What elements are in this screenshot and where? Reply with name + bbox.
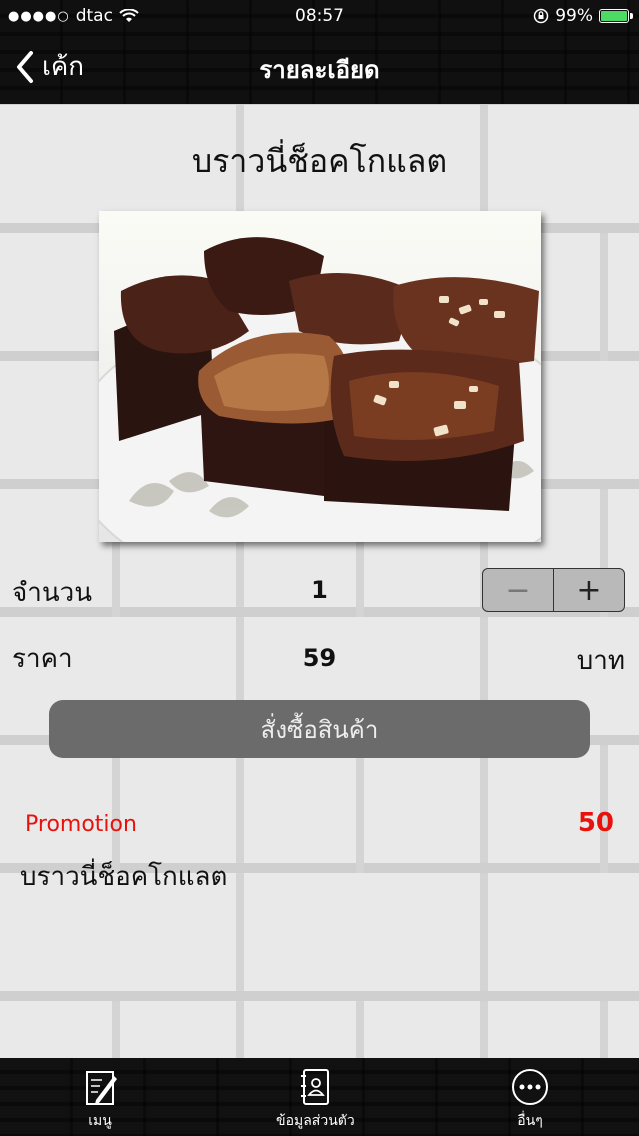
- tab-bar: เมนู ข้อมูลส่วนตัว อื่นๆ: [0, 1058, 639, 1136]
- promotion-name: บราวนี่ช็อคโกแลต: [20, 862, 228, 892]
- promotion-label: Promotion: [25, 812, 137, 837]
- quantity-stepper[interactable]: − +: [482, 568, 625, 612]
- top-bar: ●●●●○ dtac 08:57 99% เค้ก รายละเอียด: [0, 0, 639, 104]
- status-right: 99%: [533, 6, 633, 26]
- tab-menu-label: เมนู: [88, 1113, 112, 1129]
- battery-percent: 99%: [555, 6, 593, 26]
- menu-edit-icon: [86, 1071, 117, 1105]
- tab-profile[interactable]: ข้อมูลส่วนตัว: [276, 1066, 355, 1132]
- promotion-value: 50: [577, 808, 614, 838]
- increment-button[interactable]: +: [554, 569, 624, 611]
- product-image: [99, 211, 541, 542]
- navigation-bar: เค้ก รายละเอียด: [0, 34, 639, 100]
- brownie-illustration: [99, 211, 541, 542]
- rotation-lock-icon: [533, 8, 549, 24]
- price-value: 59: [302, 644, 337, 672]
- nav-title: รายละเอียด: [259, 56, 380, 84]
- product-title: บราวนี่ช็อคโกแลต: [191, 142, 448, 180]
- tab-profile-label: ข้อมูลส่วนตัว: [276, 1113, 355, 1129]
- order-button[interactable]: สั่งซื้อสินค้า: [49, 700, 590, 758]
- more-icon: [512, 1069, 548, 1105]
- status-bar: ●●●●○ dtac 08:57 99%: [0, 0, 639, 34]
- tab-menu[interactable]: เมนู: [80, 1066, 120, 1132]
- battery-icon: [599, 9, 633, 23]
- tab-more-label: อื่นๆ: [517, 1113, 543, 1129]
- tab-more[interactable]: อื่นๆ: [510, 1066, 550, 1132]
- decrement-button[interactable]: −: [483, 569, 554, 611]
- contacts-book-icon: [301, 1069, 330, 1105]
- currency-label: บาท: [576, 646, 625, 676]
